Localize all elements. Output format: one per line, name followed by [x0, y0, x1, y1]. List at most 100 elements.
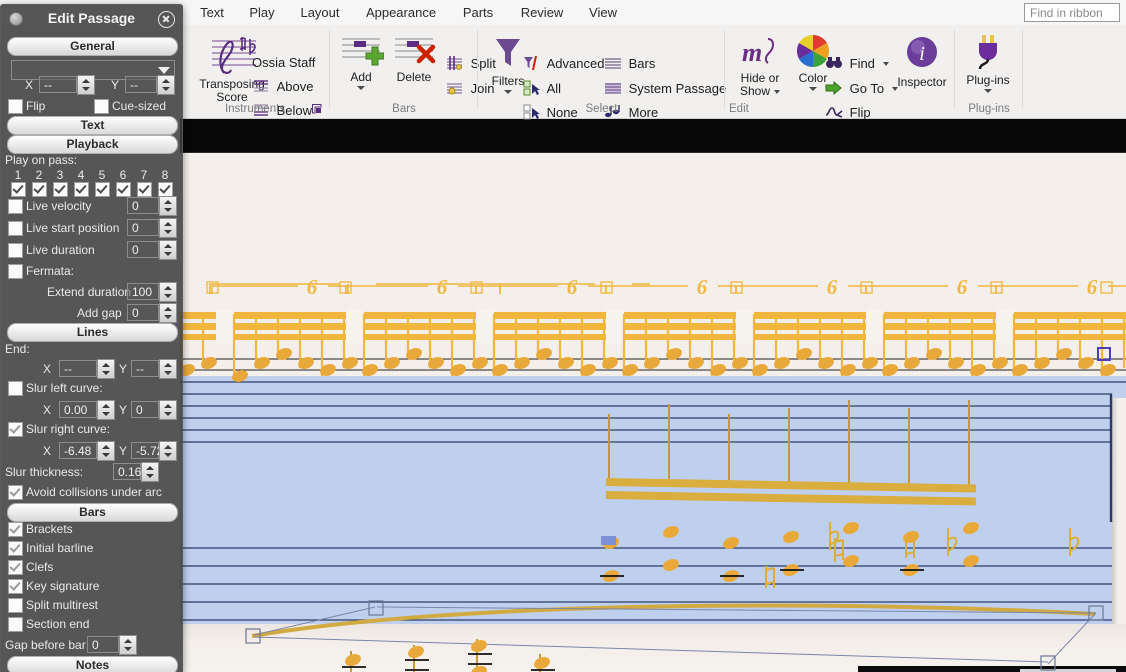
plug-ins-label: Plug-ins — [966, 73, 1010, 87]
initial-barline-checkbox[interactable] — [8, 541, 23, 556]
pass-checkbox-7[interactable] — [137, 182, 152, 197]
select-system-passage-button[interactable]: System Passage — [604, 77, 726, 99]
flip-checkbox[interactable] — [8, 99, 23, 114]
slur-right-y-field[interactable]: -5.72 — [131, 442, 163, 459]
go-to-button[interactable]: Go To — [825, 77, 898, 99]
live-velocity-checkbox[interactable] — [8, 199, 23, 214]
live-start-position-stepper[interactable] — [159, 218, 177, 238]
avoid-collisions-label: Avoid collisions under arc — [26, 485, 162, 499]
add-bar-button[interactable]: Add — [333, 29, 389, 90]
pass-checkbox-3[interactable] — [53, 182, 68, 197]
clefs-checkbox[interactable] — [8, 560, 23, 575]
find-button[interactable]: Find — [825, 52, 889, 74]
lines-end-x-stepper[interactable] — [97, 359, 115, 379]
key-signature-checkbox[interactable] — [8, 579, 23, 594]
slur-left-curve-checkbox[interactable] — [8, 381, 23, 396]
select-bars-button[interactable]: Bars — [604, 52, 655, 74]
section-header-bars[interactable]: Bars — [7, 503, 178, 522]
svg-text:6: 6 — [437, 275, 448, 299]
slur-left-y-field[interactable]: 0 — [131, 401, 159, 418]
gap-before-bar-stepper[interactable] — [119, 635, 137, 655]
slur-right-x-field[interactable]: -6.48 — [59, 442, 97, 459]
slur-right-y-stepper[interactable] — [159, 441, 177, 461]
extend-duration-stepper[interactable] — [159, 282, 177, 302]
ossia-staff-button[interactable]: Ossia Staff — [252, 51, 315, 73]
section-header-general[interactable]: General — [7, 37, 178, 56]
pass-checkbox-8[interactable] — [158, 182, 173, 197]
pass-checkbox-4[interactable] — [74, 182, 89, 197]
section-header-notes[interactable]: Notes — [7, 656, 178, 672]
brackets-checkbox[interactable] — [8, 522, 23, 537]
plug-ins-chevron-down-icon[interactable] — [984, 89, 992, 93]
general-y-field[interactable]: -- — [125, 76, 157, 93]
live-duration-stepper[interactable] — [159, 240, 177, 260]
add-bar-chevron-down-icon[interactable] — [357, 86, 365, 90]
cue-sized-checkbox[interactable] — [94, 99, 109, 114]
slur-left-x-field[interactable]: 0.00 — [59, 401, 97, 418]
select-all-button[interactable]: All — [522, 77, 561, 99]
live-velocity-stepper[interactable] — [159, 196, 177, 216]
svg-text:6: 6 — [1087, 275, 1098, 299]
tab-appearance[interactable]: Appearance — [354, 0, 448, 25]
lines-end-x-label: X — [43, 362, 52, 376]
score-canvas[interactable]: 6 6 6 6 6 6 6 — [180, 118, 1126, 672]
split-multirest-checkbox[interactable] — [8, 598, 23, 613]
plug-ins-button[interactable]: Plug-ins — [955, 31, 1021, 93]
tab-view[interactable]: View — [578, 0, 628, 25]
slur-right-x-stepper[interactable] — [97, 441, 115, 461]
tab-review[interactable]: Review — [512, 0, 572, 25]
gap-before-bar-field[interactable]: 0 — [87, 636, 119, 653]
section-header-lines[interactable]: Lines — [7, 323, 178, 342]
hide-or-show-chevron-down-icon[interactable] — [774, 89, 781, 94]
slur-thickness-stepper[interactable] — [141, 462, 159, 482]
delete-bar-button[interactable]: Delete — [385, 29, 443, 84]
extend-duration-field[interactable]: 100 — [127, 283, 159, 300]
lines-end-y-field[interactable]: -- — [131, 360, 159, 377]
pass-checkbox-5[interactable] — [95, 182, 110, 197]
filters-chevron-down-icon[interactable] — [504, 90, 512, 94]
pass-number-2: 2 — [35, 168, 43, 182]
slur-thickness-field[interactable]: 0.16 — [113, 463, 141, 480]
tab-layout[interactable]: Layout — [290, 0, 350, 25]
live-duration-field[interactable]: 0 — [127, 241, 159, 258]
add-gap-label: Add gap — [77, 306, 122, 320]
live-start-position-field[interactable]: 0 — [127, 219, 159, 236]
find-chevron-down-icon[interactable] — [882, 61, 889, 66]
select-system-passage-label: System Passage — [628, 80, 727, 96]
live-duration-checkbox[interactable] — [8, 243, 23, 258]
section-end-checkbox[interactable] — [8, 617, 23, 632]
tab-parts[interactable]: Parts — [452, 0, 504, 25]
color-chevron-down-icon[interactable] — [809, 87, 817, 91]
lines-end-y-stepper[interactable] — [159, 359, 177, 379]
section-header-text[interactable]: Text — [7, 116, 178, 135]
chevron-down-icon[interactable] — [158, 67, 170, 74]
pass-checkbox-1[interactable] — [11, 182, 26, 197]
live-start-position-checkbox[interactable] — [8, 221, 23, 236]
add-gap-stepper[interactable] — [159, 303, 177, 323]
general-y-stepper[interactable] — [157, 75, 175, 95]
instruments-dialog-launcher-icon[interactable] — [312, 104, 322, 114]
general-x-field[interactable]: -- — [39, 76, 77, 93]
hide-or-show-button[interactable]: m Hide or Show — [729, 31, 791, 98]
tab-text[interactable]: Text — [188, 0, 236, 25]
slur-left-x-stepper[interactable] — [97, 400, 115, 420]
lines-end-x-field[interactable]: -- — [59, 360, 97, 377]
section-header-playback[interactable]: Playback — [7, 135, 178, 154]
slur-right-curve-checkbox[interactable] — [8, 422, 23, 437]
inspector-button[interactable]: i Inspector — [890, 31, 954, 89]
close-icon[interactable] — [158, 11, 175, 28]
live-velocity-field[interactable]: 0 — [127, 197, 159, 214]
ossia-above-button[interactable]: Above — [252, 75, 314, 97]
fermata-checkbox[interactable] — [8, 264, 23, 279]
add-gap-field[interactable]: 0 — [127, 304, 159, 321]
go-to-icon — [825, 79, 843, 97]
find-in-ribbon-input[interactable]: Find in ribbon — [1024, 3, 1120, 22]
avoid-collisions-checkbox[interactable] — [8, 485, 23, 500]
inspector-panel[interactable]: Edit Passage General X -- Y -- Flip Cue-… — [0, 4, 183, 672]
pass-checkbox-6[interactable] — [116, 182, 131, 197]
tab-play[interactable]: Play — [238, 0, 286, 25]
select-advanced-button[interactable]: Advanced — [522, 52, 604, 74]
general-x-stepper[interactable] — [77, 75, 95, 95]
pass-checkbox-2[interactable] — [32, 182, 47, 197]
slur-left-y-stepper[interactable] — [159, 400, 177, 420]
